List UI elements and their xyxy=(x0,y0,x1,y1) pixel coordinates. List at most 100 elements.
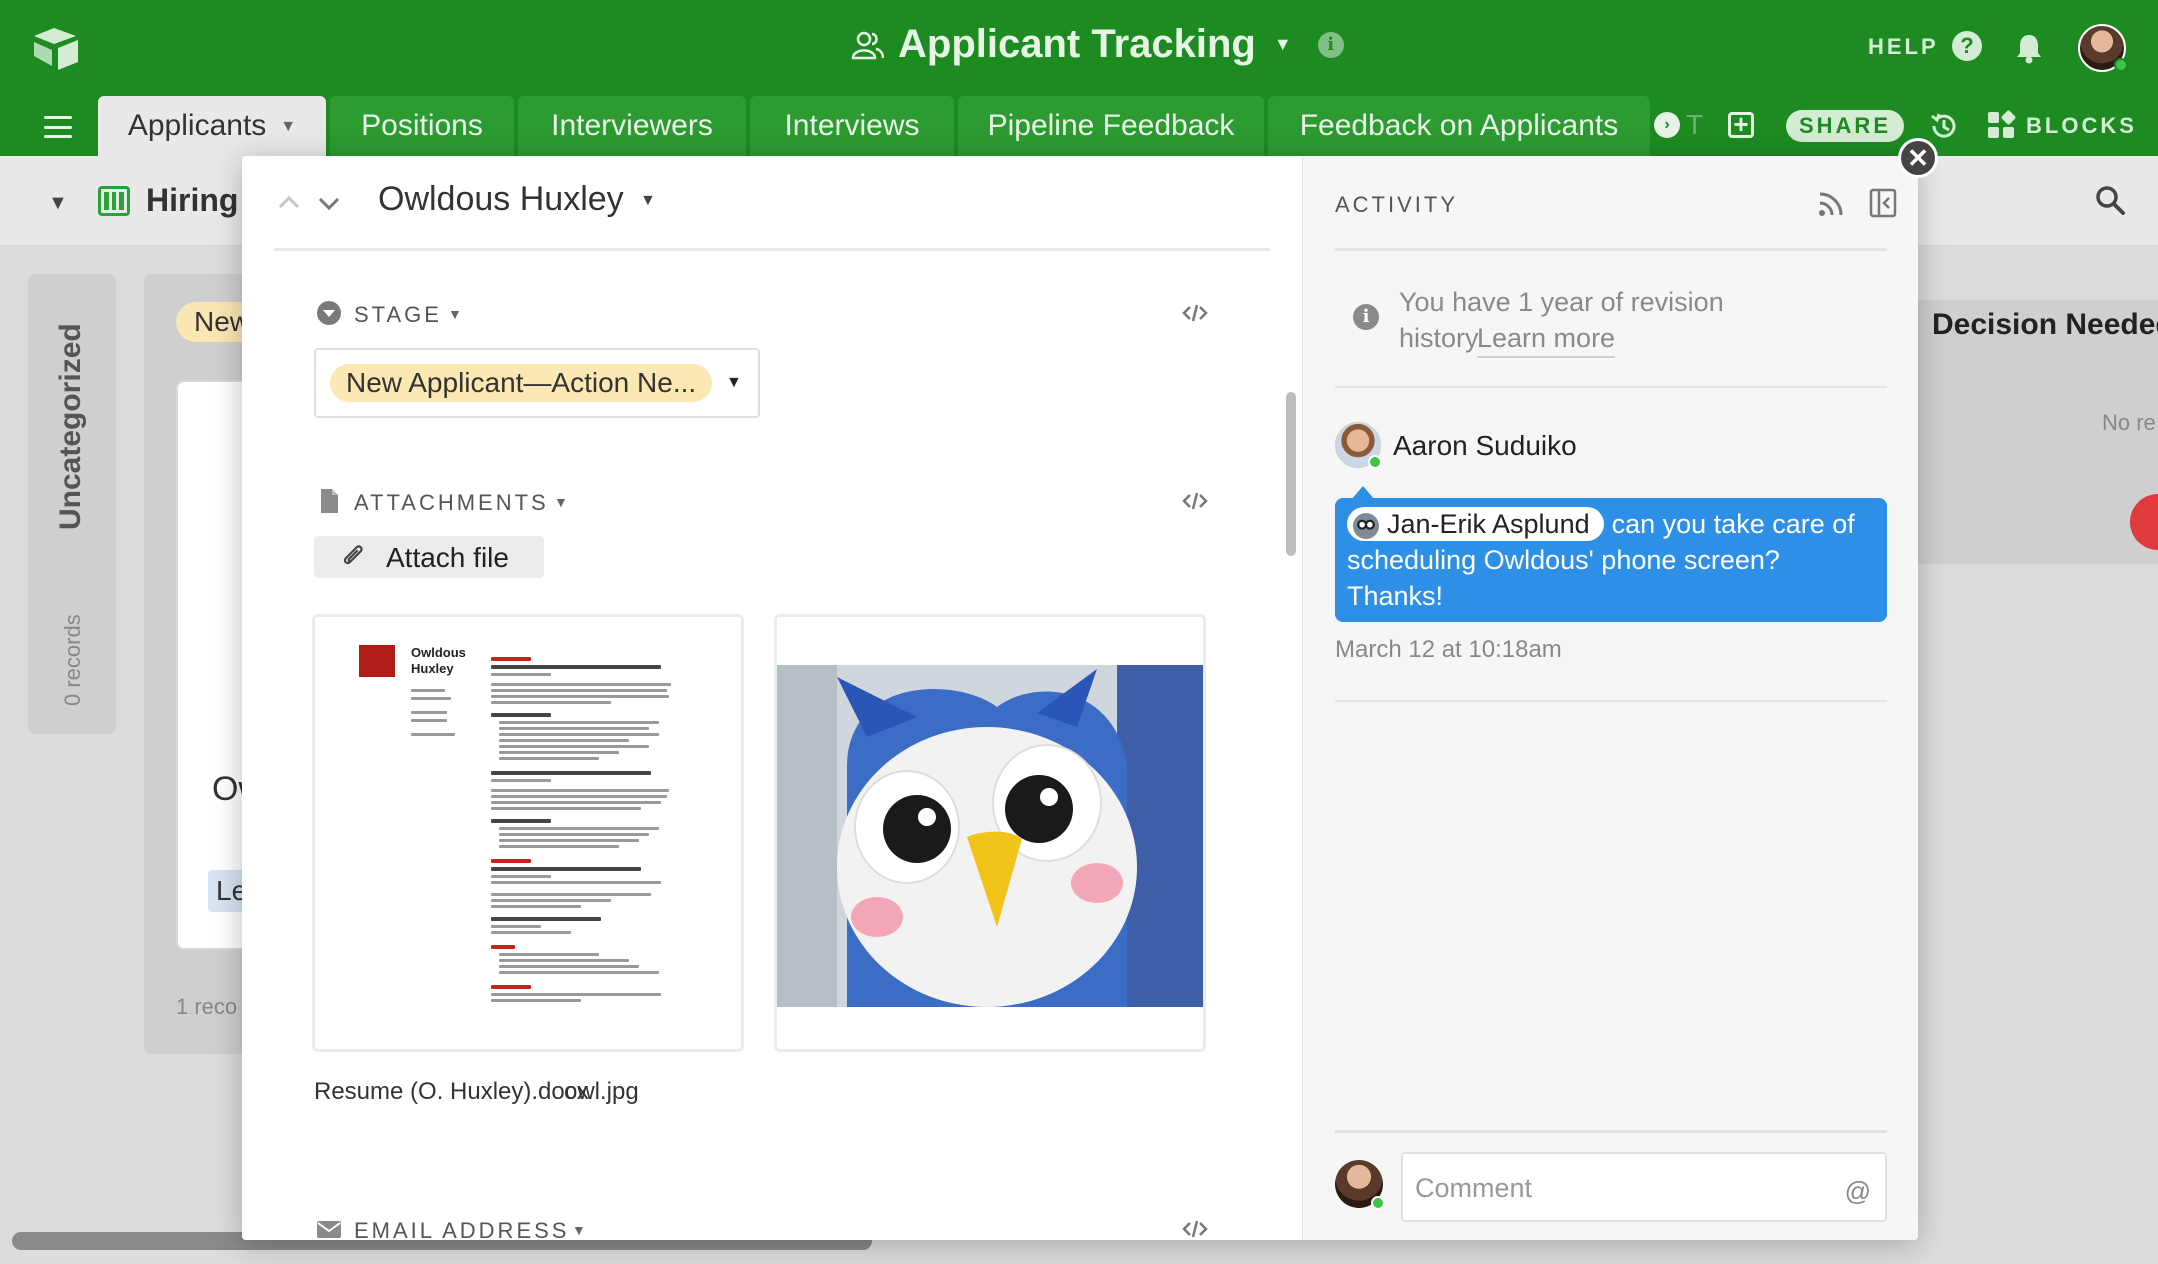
help-label[interactable]: HELP xyxy=(1868,34,1939,60)
stack-title: Decision Needed xyxy=(1932,308,2158,341)
resume-name: Owldous Huxley xyxy=(411,645,466,676)
tab-feedback-on-applicants[interactable]: Feedback on Applicants xyxy=(1268,96,1650,156)
view-name[interactable]: Hiring xyxy=(146,182,238,219)
mention-avatar xyxy=(1353,513,1379,539)
divider xyxy=(1335,386,1887,388)
tab-pipeline-feedback[interactable]: Pipeline Feedback xyxy=(958,96,1264,156)
code-icon[interactable] xyxy=(1182,302,1208,324)
tab-bar: Applicants ▼ Positions Interviewers Inter… xyxy=(0,96,2158,156)
code-icon[interactable] xyxy=(1182,1218,1208,1240)
stage-value-pill: New Applicant—Action Ne... xyxy=(330,364,712,402)
owl-photo xyxy=(777,617,1203,1049)
stack-empty-text: No re xyxy=(2102,410,2156,435)
envelope-icon xyxy=(317,1221,341,1238)
divider xyxy=(274,248,1270,251)
comment-bubble: Jan-Erik Asplund can you take care of sch… xyxy=(1335,498,1887,622)
tab-interviews[interactable]: Interviews xyxy=(750,96,954,156)
commenter-avatar xyxy=(1335,422,1382,469)
chevron-down-icon[interactable]: ▼ xyxy=(48,192,68,215)
collapse-panel-icon[interactable] xyxy=(1869,188,1897,218)
expanded-record-modal: Owldous Huxley ▼ STAGE ▼ New Applicant—A… xyxy=(242,156,1918,1240)
chevron-down-icon[interactable]: ▼ xyxy=(572,1222,586,1238)
share-button[interactable]: SHARE xyxy=(1786,110,1904,142)
tab-label: Interviews xyxy=(784,109,920,142)
chevron-down-icon[interactable]: ▼ xyxy=(448,306,462,322)
comment-timestamp: March 12 at 10:18am xyxy=(1335,636,1562,663)
stack-title: Uncategorized xyxy=(54,323,87,530)
divider xyxy=(1335,700,1887,702)
kanban-icon xyxy=(98,186,130,216)
base-name[interactable]: Applicant Tracking xyxy=(898,22,1256,67)
attachment-filename[interactable]: owl.jpg xyxy=(564,1078,639,1106)
stage-select[interactable]: New Applicant—Action Ne... ▼ xyxy=(314,348,760,418)
people-icon xyxy=(851,31,884,59)
record-detail-pane: Owldous Huxley ▼ STAGE ▼ New Applicant—A… xyxy=(242,156,1302,1240)
tab-label: Interviewers xyxy=(551,109,713,142)
airtable-logo-icon[interactable] xyxy=(32,26,80,70)
record-title[interactable]: Owldous Huxley xyxy=(378,180,624,219)
online-indicator xyxy=(1371,1196,1385,1210)
paperclip-icon xyxy=(343,545,363,565)
plus-icon[interactable]: + xyxy=(1728,111,1754,138)
tab-interviewers[interactable]: Interviewers xyxy=(518,96,746,156)
history-icon[interactable] xyxy=(1928,110,1960,142)
chevron-up-icon[interactable] xyxy=(276,190,302,216)
user-mention[interactable]: Jan-Erik Asplund xyxy=(1347,507,1604,541)
online-indicator xyxy=(1368,455,1382,469)
top-bar: Applicant Tracking ▼ i HELP ? xyxy=(0,0,2158,96)
chevron-down-icon[interactable]: ▼ xyxy=(726,374,742,392)
tab-label: Pipeline Feedback xyxy=(987,109,1235,142)
attachment-thumbnail-owl[interactable] xyxy=(774,614,1206,1052)
chevron-down-icon[interactable]: ▼ xyxy=(280,118,296,135)
stack-footer-count: 1 reco xyxy=(176,994,238,1019)
tab-positions[interactable]: Positions xyxy=(330,96,514,156)
single-select-icon xyxy=(317,301,341,325)
bell-icon[interactable] xyxy=(2014,32,2044,64)
search-icon[interactable] xyxy=(2094,184,2126,216)
tab-label: Feedback on Applicants xyxy=(1299,109,1619,142)
comment-field[interactable]: @ xyxy=(1401,1152,1887,1222)
file-icon xyxy=(321,489,338,513)
attach-file-label: Attach file xyxy=(386,542,509,573)
chevron-down-icon[interactable]: ▼ xyxy=(554,494,568,510)
chevron-down-icon[interactable]: ▼ xyxy=(640,192,656,210)
stack-count: 0 records xyxy=(60,614,85,706)
divider xyxy=(1335,1130,1887,1133)
rss-icon[interactable] xyxy=(1817,190,1845,218)
online-indicator xyxy=(2114,58,2128,72)
activity-panel: ACTIVITY i You have 1 year of revision h… xyxy=(1302,156,1918,1240)
blocks-icon[interactable] xyxy=(1986,110,2016,140)
attachment-thumbnail-resume[interactable]: Owldous Huxley xyxy=(312,614,744,1052)
hamburger-icon[interactable] xyxy=(44,116,72,138)
learn-more-link[interactable]: Learn more xyxy=(1477,320,1616,358)
attach-file-button[interactable]: Attach file xyxy=(314,536,544,578)
stage-label: STAGE xyxy=(354,302,442,327)
info-icon[interactable]: i xyxy=(1317,31,1344,58)
chevron-down-icon[interactable] xyxy=(316,190,342,216)
tab-label: Positions xyxy=(361,109,483,142)
chevron-right-circle-icon[interactable]: › xyxy=(1654,112,1680,138)
mention-at-icon[interactable]: @ xyxy=(1845,1176,1871,1207)
tab-applicants[interactable]: Applicants ▼ xyxy=(98,96,326,156)
tab-overflow-label: T xyxy=(1686,109,1704,140)
current-user-avatar xyxy=(1335,1160,1385,1210)
chevron-down-icon[interactable]: ▼ xyxy=(1274,34,1292,55)
activity-title: ACTIVITY xyxy=(1335,192,1459,217)
user-avatar[interactable] xyxy=(2078,24,2128,72)
comment-input[interactable] xyxy=(1415,1168,1815,1208)
blocks-label[interactable]: BLOCKS xyxy=(2026,113,2137,139)
vertical-scrollbar[interactable] xyxy=(1286,392,1296,556)
resume-logo xyxy=(359,645,395,677)
close-record-button[interactable]: ✕ xyxy=(1898,138,1938,178)
code-icon[interactable] xyxy=(1182,490,1208,512)
divider xyxy=(1335,248,1887,251)
attachment-filename[interactable]: Resume (O. Huxley).docx xyxy=(314,1078,589,1106)
email-label: EMAIL ADDRESS xyxy=(354,1218,570,1240)
attachments-label: ATTACHMENTS xyxy=(354,490,549,515)
info-icon: i xyxy=(1353,304,1379,330)
base-title[interactable]: Applicant Tracking ▼ i xyxy=(850,22,1344,67)
close-icon[interactable]: ✕ xyxy=(1901,141,1935,175)
tab-label: Applicants xyxy=(127,109,267,142)
commenter-name: Aaron Suduiko xyxy=(1393,430,1577,461)
help-icon[interactable]: ? xyxy=(1952,31,1982,61)
